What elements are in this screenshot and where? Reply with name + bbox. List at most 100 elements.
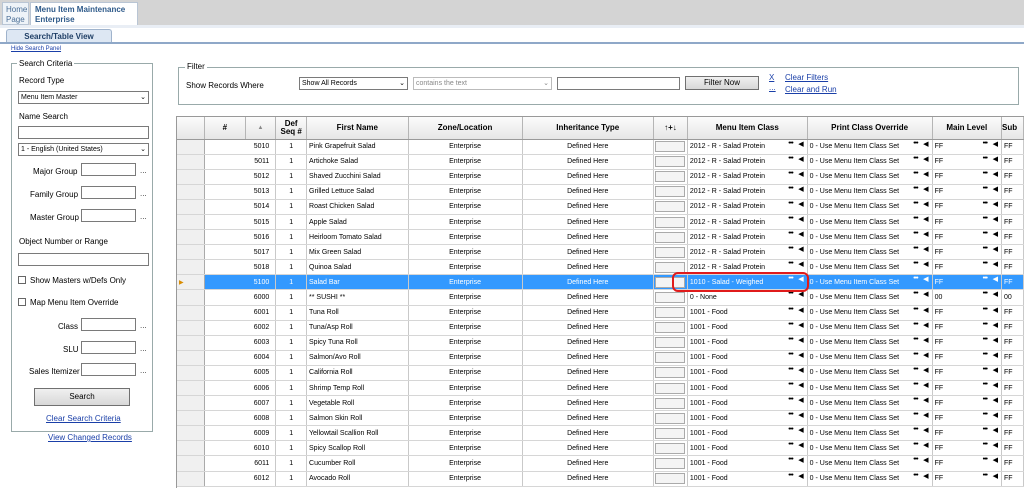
cell-inheritance[interactable]: Defined Here bbox=[522, 214, 654, 231]
row-header-cell[interactable] bbox=[177, 440, 206, 457]
cell-inheritance[interactable]: Defined Here bbox=[522, 440, 654, 457]
cell-first-name[interactable]: California Roll bbox=[306, 365, 409, 382]
updown-box[interactable] bbox=[655, 473, 686, 485]
cell-num[interactable]: 6005 bbox=[204, 365, 277, 382]
updown-box[interactable] bbox=[655, 291, 686, 303]
cell-num[interactable]: 6007 bbox=[204, 395, 277, 412]
ellipsis-icon[interactable]: ••• bbox=[913, 426, 918, 433]
row-header-cell[interactable] bbox=[177, 214, 206, 231]
ellipsis-icon[interactable]: ••• bbox=[913, 245, 918, 252]
cell-inheritance[interactable]: Defined Here bbox=[522, 380, 654, 397]
row-header-cell[interactable] bbox=[177, 471, 206, 487]
row-header-cell[interactable] bbox=[177, 380, 206, 397]
table-row[interactable]: 6008 1 Salmon Skin Roll Enterprise Defined H… bbox=[177, 410, 1024, 427]
cell-zone[interactable]: Enterprise bbox=[408, 214, 523, 231]
cell-menu-item-class[interactable]: 1001 - Food ••• ◀ bbox=[687, 335, 808, 351]
ellipsis-icon[interactable]: ••• bbox=[983, 140, 988, 147]
ellipsis-icon[interactable]: ••• bbox=[983, 441, 988, 448]
arrow-left-icon[interactable]: ◀ bbox=[798, 306, 803, 314]
arrow-left-icon[interactable]: ◀ bbox=[923, 426, 928, 434]
cell-inheritance[interactable]: Defined Here bbox=[522, 395, 654, 412]
arrow-left-icon[interactable]: ◀ bbox=[798, 441, 803, 449]
ellipsis-icon[interactable]: ••• bbox=[788, 260, 793, 267]
cell-inheritance[interactable]: Defined Here bbox=[522, 350, 654, 366]
cell-zone[interactable]: Enterprise bbox=[408, 199, 523, 215]
ellipsis-icon[interactable]: ••• bbox=[913, 260, 918, 267]
clear-filters-link[interactable]: Clear Filters bbox=[785, 73, 828, 82]
cell-updown[interactable] bbox=[653, 335, 688, 351]
cell-def-seq[interactable]: 1 bbox=[275, 305, 308, 321]
ellipsis-icon[interactable]: ••• bbox=[983, 381, 988, 388]
ellipsis-icon[interactable]: ••• bbox=[788, 290, 793, 297]
ellipsis-icon[interactable]: ••• bbox=[983, 321, 988, 328]
row-header-cell[interactable] bbox=[177, 320, 206, 336]
arrow-left-icon[interactable]: ◀ bbox=[923, 321, 928, 329]
cell-menu-item-class[interactable]: 1001 - Food ••• ◀ bbox=[687, 365, 808, 382]
row-header-cell[interactable] bbox=[177, 410, 206, 427]
column-header-sub[interactable]: Sub bbox=[1001, 117, 1024, 140]
table-row[interactable]: 6006 1 Shrimp Temp Roll Enterprise Defined H… bbox=[177, 380, 1024, 397]
ellipsis-icon[interactable]: ••• bbox=[983, 456, 988, 463]
cell-first-name[interactable]: Artichoke Salad bbox=[306, 154, 409, 170]
cell-main-level[interactable]: FF ••• ◀ bbox=[932, 471, 1003, 487]
arrow-left-icon[interactable]: ◀ bbox=[923, 306, 928, 314]
view-changed-records-link[interactable]: View Changed Records bbox=[48, 433, 132, 442]
cell-num[interactable]: 5015 bbox=[204, 214, 277, 231]
ellipsis-icon[interactable]: ••• bbox=[788, 275, 793, 282]
cell-inheritance[interactable]: Defined Here bbox=[522, 274, 654, 291]
cell-num[interactable]: 5011 bbox=[204, 154, 277, 170]
updown-box[interactable] bbox=[655, 337, 686, 349]
table-row[interactable]: 6009 1 Yellowtail Scallion Roll Enterprise D… bbox=[177, 425, 1024, 442]
master-group-input[interactable] bbox=[81, 209, 136, 222]
table-row[interactable]: 5017 1 Mix Green Salad Enterprise Defined He… bbox=[177, 244, 1024, 261]
ellipsis-icon[interactable]: ••• bbox=[788, 336, 793, 343]
cell-sub[interactable]: FF bbox=[1001, 425, 1024, 442]
cell-inheritance[interactable]: Defined Here bbox=[522, 184, 654, 200]
arrow-left-icon[interactable]: ◀ bbox=[798, 230, 803, 238]
arrow-left-icon[interactable]: ◀ bbox=[798, 381, 803, 389]
master-group-browse-button[interactable]: ... bbox=[140, 212, 147, 221]
arrow-left-icon[interactable]: ◀ bbox=[993, 456, 998, 464]
arrow-left-icon[interactable]: ◀ bbox=[993, 321, 998, 329]
cell-num[interactable]: 5018 bbox=[204, 259, 277, 276]
name-search-input[interactable] bbox=[18, 126, 149, 139]
cell-main-level[interactable]: FF ••• ◀ bbox=[932, 380, 1003, 397]
ellipsis-icon[interactable]: ••• bbox=[913, 155, 918, 162]
arrow-left-icon[interactable]: ◀ bbox=[798, 456, 803, 464]
row-header-cell[interactable] bbox=[177, 335, 206, 351]
cell-first-name[interactable]: Salmon Skin Roll bbox=[306, 410, 409, 427]
cell-def-seq[interactable]: 1 bbox=[275, 320, 308, 336]
cell-sub[interactable]: FF bbox=[1001, 471, 1024, 487]
cell-inheritance[interactable]: Defined Here bbox=[522, 289, 654, 306]
arrow-left-icon[interactable]: ◀ bbox=[993, 260, 998, 268]
cell-zone[interactable]: Enterprise bbox=[408, 259, 523, 276]
cell-updown[interactable] bbox=[653, 274, 688, 291]
updown-box[interactable] bbox=[655, 261, 686, 273]
cell-def-seq[interactable]: 1 bbox=[275, 259, 308, 276]
cell-menu-item-class[interactable]: 2012 - R - Salad Protein ••• ◀ bbox=[687, 169, 808, 185]
updown-box[interactable] bbox=[655, 442, 686, 454]
cell-menu-item-class[interactable]: 0 - None ••• ◀ bbox=[687, 289, 808, 306]
ellipsis-icon[interactable]: ••• bbox=[983, 411, 988, 418]
hide-search-panel-link[interactable]: Hide Search Panel bbox=[11, 46, 61, 52]
ellipsis-icon[interactable]: ••• bbox=[788, 396, 793, 403]
cell-sub[interactable]: FF bbox=[1001, 154, 1024, 170]
cell-def-seq[interactable]: 1 bbox=[275, 471, 308, 487]
arrow-left-icon[interactable]: ◀ bbox=[798, 321, 803, 329]
column-header-menu-item-class[interactable]: Menu Item Class bbox=[687, 117, 808, 140]
cell-first-name[interactable]: Mix Green Salad bbox=[306, 244, 409, 261]
updown-box[interactable] bbox=[655, 186, 686, 198]
arrow-left-icon[interactable]: ◀ bbox=[798, 366, 803, 374]
filter-text-input[interactable] bbox=[557, 77, 680, 90]
table-row[interactable]: 6000 1 ** SUSHI ** Enterprise Defined Here 0 … bbox=[177, 289, 1024, 306]
show-masters-checkbox[interactable] bbox=[18, 276, 26, 284]
cell-sub[interactable]: FF bbox=[1001, 139, 1024, 155]
record-type-select[interactable]: Menu Item Master ⌄ bbox=[18, 91, 149, 104]
ellipsis-icon[interactable]: ••• bbox=[913, 215, 918, 222]
arrow-left-icon[interactable]: ◀ bbox=[923, 200, 928, 208]
table-row[interactable]: 6005 1 California Roll Enterprise Defined He… bbox=[177, 365, 1024, 382]
ellipsis-icon[interactable]: ••• bbox=[913, 396, 918, 403]
cell-zone[interactable]: Enterprise bbox=[408, 184, 523, 200]
cell-menu-item-class[interactable]: 1001 - Food ••• ◀ bbox=[687, 440, 808, 457]
cell-num[interactable]: 5014 bbox=[204, 199, 277, 215]
